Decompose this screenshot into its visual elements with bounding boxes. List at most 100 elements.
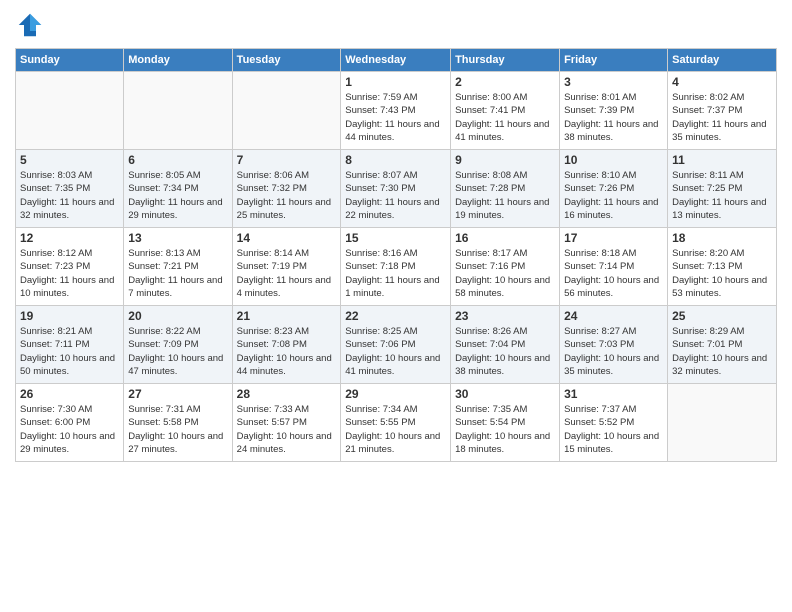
table-row: 28 Sunrise: 7:33 AM Sunset: 5:57 PM Dayli… [232, 384, 341, 462]
day-number: 26 [20, 387, 119, 401]
table-row: 6 Sunrise: 8:05 AM Sunset: 7:34 PM Daylig… [124, 150, 232, 228]
day-number: 10 [564, 153, 663, 167]
col-saturday: Saturday [668, 49, 777, 72]
table-row: 22 Sunrise: 8:25 AM Sunset: 7:06 PM Dayli… [341, 306, 451, 384]
day-number: 23 [455, 309, 555, 323]
day-number: 29 [345, 387, 446, 401]
day-number: 6 [128, 153, 227, 167]
table-row: 26 Sunrise: 7:30 AM Sunset: 6:00 PM Dayli… [16, 384, 124, 462]
header [15, 10, 777, 40]
day-info: Sunrise: 8:29 AM Sunset: 7:01 PM Dayligh… [672, 325, 772, 378]
table-row: 29 Sunrise: 7:34 AM Sunset: 5:55 PM Dayli… [341, 384, 451, 462]
day-info: Sunrise: 8:17 AM Sunset: 7:16 PM Dayligh… [455, 247, 555, 300]
logo-icon [15, 10, 45, 40]
table-row: 19 Sunrise: 8:21 AM Sunset: 7:11 PM Dayli… [16, 306, 124, 384]
day-info: Sunrise: 8:25 AM Sunset: 7:06 PM Dayligh… [345, 325, 446, 378]
day-number: 11 [672, 153, 772, 167]
table-row: 13Sunrise: 8:13 AM Sunset: 7:21 PM Dayli… [124, 228, 232, 306]
calendar-header-row: Sunday Monday Tuesday Wednesday Thursday… [16, 49, 777, 72]
day-number: 1 [345, 75, 446, 89]
col-thursday: Thursday [451, 49, 560, 72]
day-info: Sunrise: 8:10 AM Sunset: 7:26 PM Dayligh… [564, 169, 663, 222]
day-number: 28 [237, 387, 337, 401]
table-row: 24 Sunrise: 8:27 AM Sunset: 7:03 PM Dayli… [560, 306, 668, 384]
table-row: 30Sunrise: 7:35 AM Sunset: 5:54 PM Dayli… [451, 384, 560, 462]
day-info: Sunrise: 8:01 AM Sunset: 7:39 PM Dayligh… [564, 91, 663, 144]
day-info: Sunrise: 8:23 AM Sunset: 7:08 PM Dayligh… [237, 325, 337, 378]
table-row: 25 Sunrise: 8:29 AM Sunset: 7:01 PM Dayli… [668, 306, 777, 384]
day-number: 5 [20, 153, 119, 167]
table-row: 10 Sunrise: 8:10 AM Sunset: 7:26 PM Dayli… [560, 150, 668, 228]
table-row [16, 72, 124, 150]
day-number: 9 [455, 153, 555, 167]
table-row: 11Sunrise: 8:11 AM Sunset: 7:25 PM Dayli… [668, 150, 777, 228]
day-info: Sunrise: 8:12 AM Sunset: 7:23 PM Dayligh… [20, 247, 119, 300]
col-friday: Friday [560, 49, 668, 72]
calendar-week-row: 19 Sunrise: 8:21 AM Sunset: 7:11 PM Dayli… [16, 306, 777, 384]
calendar-week-row: 26 Sunrise: 7:30 AM Sunset: 6:00 PM Dayli… [16, 384, 777, 462]
day-number: 21 [237, 309, 337, 323]
day-number: 24 [564, 309, 663, 323]
day-info: Sunrise: 8:27 AM Sunset: 7:03 PM Dayligh… [564, 325, 663, 378]
day-info: Sunrise: 8:26 AM Sunset: 7:04 PM Dayligh… [455, 325, 555, 378]
calendar-week-row: 12 Sunrise: 8:12 AM Sunset: 7:23 PM Dayli… [16, 228, 777, 306]
day-number: 20 [128, 309, 227, 323]
table-row: 1Sunrise: 7:59 AM Sunset: 7:43 PM Daylig… [341, 72, 451, 150]
day-info: Sunrise: 8:13 AM Sunset: 7:21 PM Dayligh… [128, 247, 227, 300]
day-info: Sunrise: 8:00 AM Sunset: 7:41 PM Dayligh… [455, 91, 555, 144]
table-row: 16 Sunrise: 8:17 AM Sunset: 7:16 PM Dayli… [451, 228, 560, 306]
table-row: 18Sunrise: 8:20 AM Sunset: 7:13 PM Dayli… [668, 228, 777, 306]
day-number: 30 [455, 387, 555, 401]
table-row: 3 Sunrise: 8:01 AM Sunset: 7:39 PM Daylig… [560, 72, 668, 150]
table-row: 15 Sunrise: 8:16 AM Sunset: 7:18 PM Dayli… [341, 228, 451, 306]
day-number: 7 [237, 153, 337, 167]
day-info: Sunrise: 7:31 AM Sunset: 5:58 PM Dayligh… [128, 403, 227, 456]
day-number: 8 [345, 153, 446, 167]
day-number: 3 [564, 75, 663, 89]
day-number: 17 [564, 231, 663, 245]
calendar-week-row: 1Sunrise: 7:59 AM Sunset: 7:43 PM Daylig… [16, 72, 777, 150]
day-info: Sunrise: 8:03 AM Sunset: 7:35 PM Dayligh… [20, 169, 119, 222]
table-row: 5 Sunrise: 8:03 AM Sunset: 7:35 PM Daylig… [16, 150, 124, 228]
day-number: 2 [455, 75, 555, 89]
table-row: 20Sunrise: 8:22 AM Sunset: 7:09 PM Dayli… [124, 306, 232, 384]
day-number: 4 [672, 75, 772, 89]
day-info: Sunrise: 7:34 AM Sunset: 5:55 PM Dayligh… [345, 403, 446, 456]
table-row [124, 72, 232, 150]
day-info: Sunrise: 8:18 AM Sunset: 7:14 PM Dayligh… [564, 247, 663, 300]
day-number: 15 [345, 231, 446, 245]
table-row: 8 Sunrise: 8:07 AM Sunset: 7:30 PM Daylig… [341, 150, 451, 228]
table-row: 14Sunrise: 8:14 AM Sunset: 7:19 PM Dayli… [232, 228, 341, 306]
table-row [232, 72, 341, 150]
day-info: Sunrise: 8:05 AM Sunset: 7:34 PM Dayligh… [128, 169, 227, 222]
day-number: 18 [672, 231, 772, 245]
day-info: Sunrise: 7:30 AM Sunset: 6:00 PM Dayligh… [20, 403, 119, 456]
day-number: 25 [672, 309, 772, 323]
table-row [668, 384, 777, 462]
logo [15, 10, 49, 40]
day-number: 12 [20, 231, 119, 245]
table-row: 31Sunrise: 7:37 AM Sunset: 5:52 PM Dayli… [560, 384, 668, 462]
day-info: Sunrise: 7:33 AM Sunset: 5:57 PM Dayligh… [237, 403, 337, 456]
table-row: 7Sunrise: 8:06 AM Sunset: 7:32 PM Daylig… [232, 150, 341, 228]
day-number: 19 [20, 309, 119, 323]
day-number: 14 [237, 231, 337, 245]
day-number: 31 [564, 387, 663, 401]
day-number: 22 [345, 309, 446, 323]
col-sunday: Sunday [16, 49, 124, 72]
calendar-week-row: 5 Sunrise: 8:03 AM Sunset: 7:35 PM Daylig… [16, 150, 777, 228]
day-info: Sunrise: 8:02 AM Sunset: 7:37 PM Dayligh… [672, 91, 772, 144]
table-row: 12 Sunrise: 8:12 AM Sunset: 7:23 PM Dayli… [16, 228, 124, 306]
table-row: 23 Sunrise: 8:26 AM Sunset: 7:04 PM Dayli… [451, 306, 560, 384]
table-row: 4 Sunrise: 8:02 AM Sunset: 7:37 PM Daylig… [668, 72, 777, 150]
day-number: 27 [128, 387, 227, 401]
day-info: Sunrise: 8:21 AM Sunset: 7:11 PM Dayligh… [20, 325, 119, 378]
day-number: 16 [455, 231, 555, 245]
page: Sunday Monday Tuesday Wednesday Thursday… [0, 0, 792, 612]
table-row: 27 Sunrise: 7:31 AM Sunset: 5:58 PM Dayli… [124, 384, 232, 462]
table-row: 21 Sunrise: 8:23 AM Sunset: 7:08 PM Dayli… [232, 306, 341, 384]
calendar-table: Sunday Monday Tuesday Wednesday Thursday… [15, 48, 777, 462]
day-info: Sunrise: 8:07 AM Sunset: 7:30 PM Dayligh… [345, 169, 446, 222]
day-info: Sunrise: 8:08 AM Sunset: 7:28 PM Dayligh… [455, 169, 555, 222]
day-info: Sunrise: 8:16 AM Sunset: 7:18 PM Dayligh… [345, 247, 446, 300]
